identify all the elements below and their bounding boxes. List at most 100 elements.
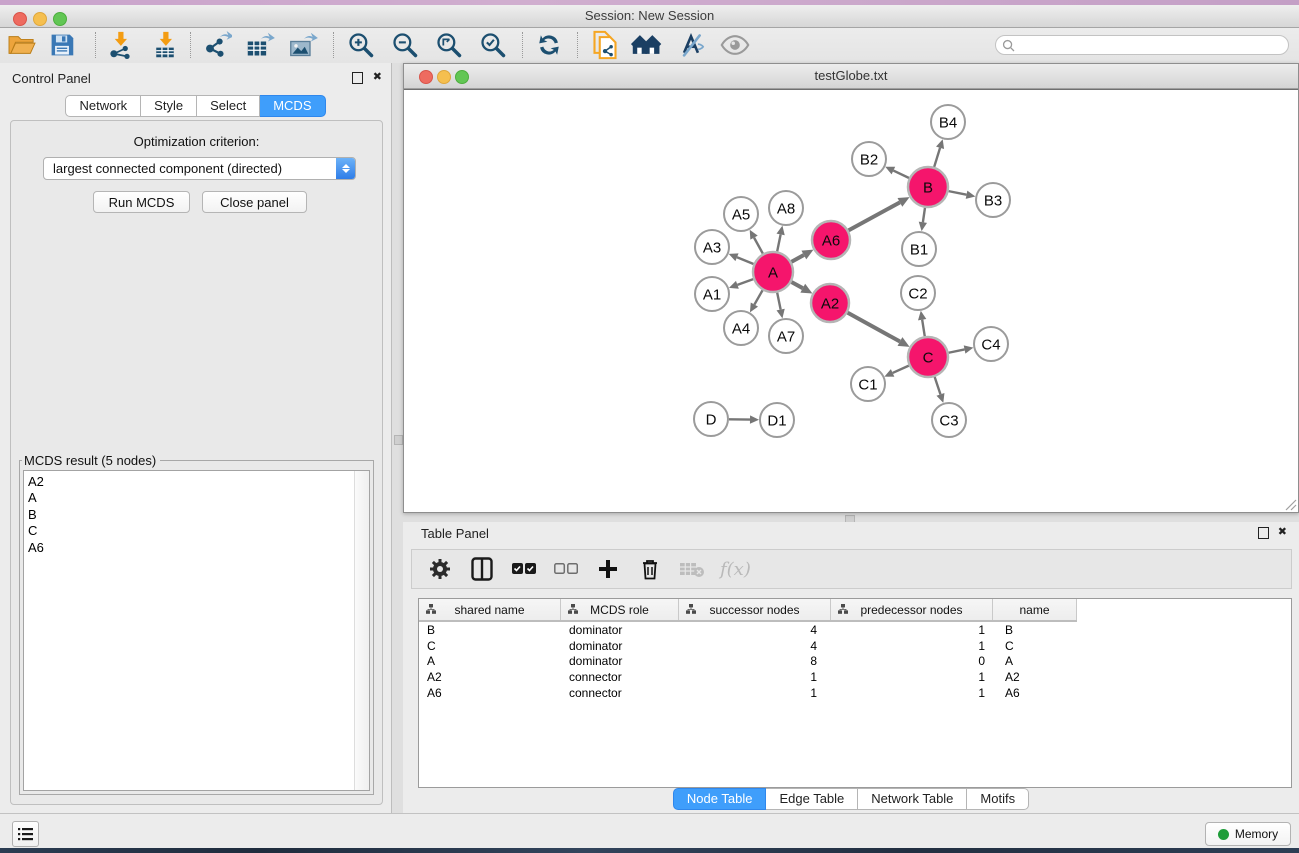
task-history-button[interactable] (12, 821, 39, 847)
table-float-icon[interactable] (1258, 527, 1269, 542)
tab-node-table[interactable]: Node Table (673, 788, 767, 810)
minimize-window-button[interactable] (33, 12, 47, 26)
edge-A-A5[interactable] (754, 238, 763, 254)
arrowhead-icon (966, 191, 976, 199)
table-cell: dominator (561, 623, 679, 637)
save-session-icon[interactable] (45, 30, 79, 60)
zoom-in-icon[interactable] (344, 30, 378, 60)
arrowhead-icon (919, 222, 927, 232)
graph-node-label: C2 (908, 285, 927, 302)
import-network-icon[interactable] (103, 30, 137, 60)
memory-button[interactable]: Memory (1205, 822, 1291, 846)
edge-C-C1[interactable] (893, 366, 909, 373)
close-panel-icon[interactable]: ✖ (373, 72, 382, 83)
result-item[interactable]: C (24, 523, 369, 539)
search-icon (1002, 39, 1015, 52)
export-network-icon[interactable] (200, 30, 234, 60)
edge-A-A3[interactable] (737, 257, 754, 264)
create-column-icon[interactable] (594, 555, 622, 583)
zoom-selected-icon[interactable] (476, 30, 510, 60)
edge-C-C3[interactable] (935, 377, 941, 394)
hide-labels-icon[interactable] (674, 30, 708, 60)
delete-table-icon (678, 555, 706, 583)
network-canvas[interactable]: B4B2BB3A5A8A6A3B1AC2A1A2A4A7C4CC1C3DD1 (404, 89, 1298, 512)
edge-A-A6[interactable] (791, 255, 803, 262)
network-zoom-button[interactable] (455, 70, 469, 84)
column-header-predecessor-nodes[interactable]: predecessor nodes (831, 599, 993, 620)
import-table-icon[interactable] (148, 30, 182, 60)
edge-A-A2[interactable] (791, 282, 802, 288)
table-panel: Table Panel ✖ f(x) (403, 522, 1299, 813)
zoom-out-icon[interactable] (388, 30, 422, 60)
tab-network[interactable]: Network (65, 95, 141, 117)
edge-B-B1[interactable] (923, 208, 925, 222)
graph-node-label: B3 (984, 192, 1002, 209)
search-input[interactable] (1015, 36, 1288, 54)
graph-node-label: A (768, 264, 778, 281)
table-row[interactable]: Bdominator41B (419, 622, 1291, 638)
column-header-successor-nodes[interactable]: successor nodes (679, 599, 831, 620)
edge-A-A7[interactable] (777, 293, 780, 310)
select-all-columns-icon[interactable] (510, 555, 538, 583)
table-row[interactable]: Adominator80A (419, 653, 1291, 669)
export-table-icon[interactable] (243, 30, 277, 60)
node-table[interactable]: shared nameMCDS rolesuccessor nodesprede… (418, 598, 1292, 788)
export-image-icon[interactable] (286, 30, 320, 60)
edge-B-B4[interactable] (934, 148, 940, 167)
result-item[interactable]: A2 (24, 474, 369, 490)
home-icon[interactable] (630, 30, 664, 60)
result-item[interactable]: B (24, 507, 369, 523)
network-close-button[interactable] (419, 70, 433, 84)
table-row[interactable]: A2connector11A2 (419, 669, 1291, 685)
table-cell: A6 (419, 686, 561, 700)
table-row[interactable]: A6connector11A6 (419, 685, 1291, 701)
run-mcds-button[interactable]: Run MCDS (93, 191, 190, 213)
edge-C-C4[interactable] (949, 349, 965, 352)
edge-B-B3[interactable] (949, 191, 967, 195)
edge-C-C2[interactable] (922, 320, 925, 337)
float-panel-icon[interactable] (352, 72, 363, 87)
table-close-icon[interactable]: ✖ (1278, 527, 1287, 538)
edge-A2-C[interactable] (848, 313, 900, 342)
network-minimize-button[interactable] (437, 70, 451, 84)
tab-motifs[interactable]: Motifs (967, 788, 1029, 810)
tab-edge-table[interactable]: Edge Table (766, 788, 858, 810)
graph-node-label: B2 (860, 151, 878, 168)
column-hierarchy-icon (686, 604, 696, 614)
result-item[interactable]: A (24, 490, 369, 506)
show-column-panel-icon[interactable] (468, 555, 496, 583)
zoom-fit-icon[interactable] (432, 30, 466, 60)
result-scrollbar[interactable] (354, 471, 369, 790)
resize-grip-icon[interactable] (1285, 499, 1297, 511)
unselect-all-columns-icon[interactable] (552, 555, 580, 583)
refresh-icon[interactable] (532, 30, 566, 60)
column-header-name[interactable]: name (993, 599, 1077, 620)
show-graphics-details-icon[interactable] (718, 30, 752, 60)
main-toolbar (0, 28, 1299, 64)
tab-network-table[interactable]: Network Table (858, 788, 967, 810)
delete-column-icon[interactable] (636, 555, 664, 583)
tab-select[interactable]: Select (197, 95, 260, 117)
vertical-split-handle[interactable] (394, 435, 403, 445)
zoom-window-button[interactable] (53, 12, 67, 26)
close-window-button[interactable] (13, 12, 27, 26)
table-cell: 8 (679, 654, 831, 668)
edge-A-A8[interactable] (777, 234, 780, 251)
table-settings-gear-icon[interactable] (426, 555, 454, 583)
close-panel-button[interactable]: Close panel (202, 191, 307, 213)
criterion-select[interactable]: largest connected component (directed) (43, 157, 356, 180)
table-row[interactable]: Cdominator41C (419, 638, 1291, 654)
edge-A-A1[interactable] (737, 279, 753, 285)
tab-mcds[interactable]: MCDS (260, 95, 325, 117)
open-session-file-icon[interactable] (588, 30, 622, 60)
search-box[interactable] (995, 35, 1289, 55)
column-header-shared-name[interactable]: shared name (419, 599, 561, 620)
column-header-mcds-role[interactable]: MCDS role (561, 599, 679, 620)
edge-A-A4[interactable] (754, 290, 762, 304)
mcds-result-list[interactable]: A2ABCA6 (23, 470, 370, 791)
edge-A6-B[interactable] (849, 202, 900, 230)
edge-B-B2[interactable] (893, 171, 909, 178)
result-item[interactable]: A6 (24, 540, 369, 556)
open-session-icon[interactable] (5, 30, 39, 60)
tab-style[interactable]: Style (141, 95, 197, 117)
